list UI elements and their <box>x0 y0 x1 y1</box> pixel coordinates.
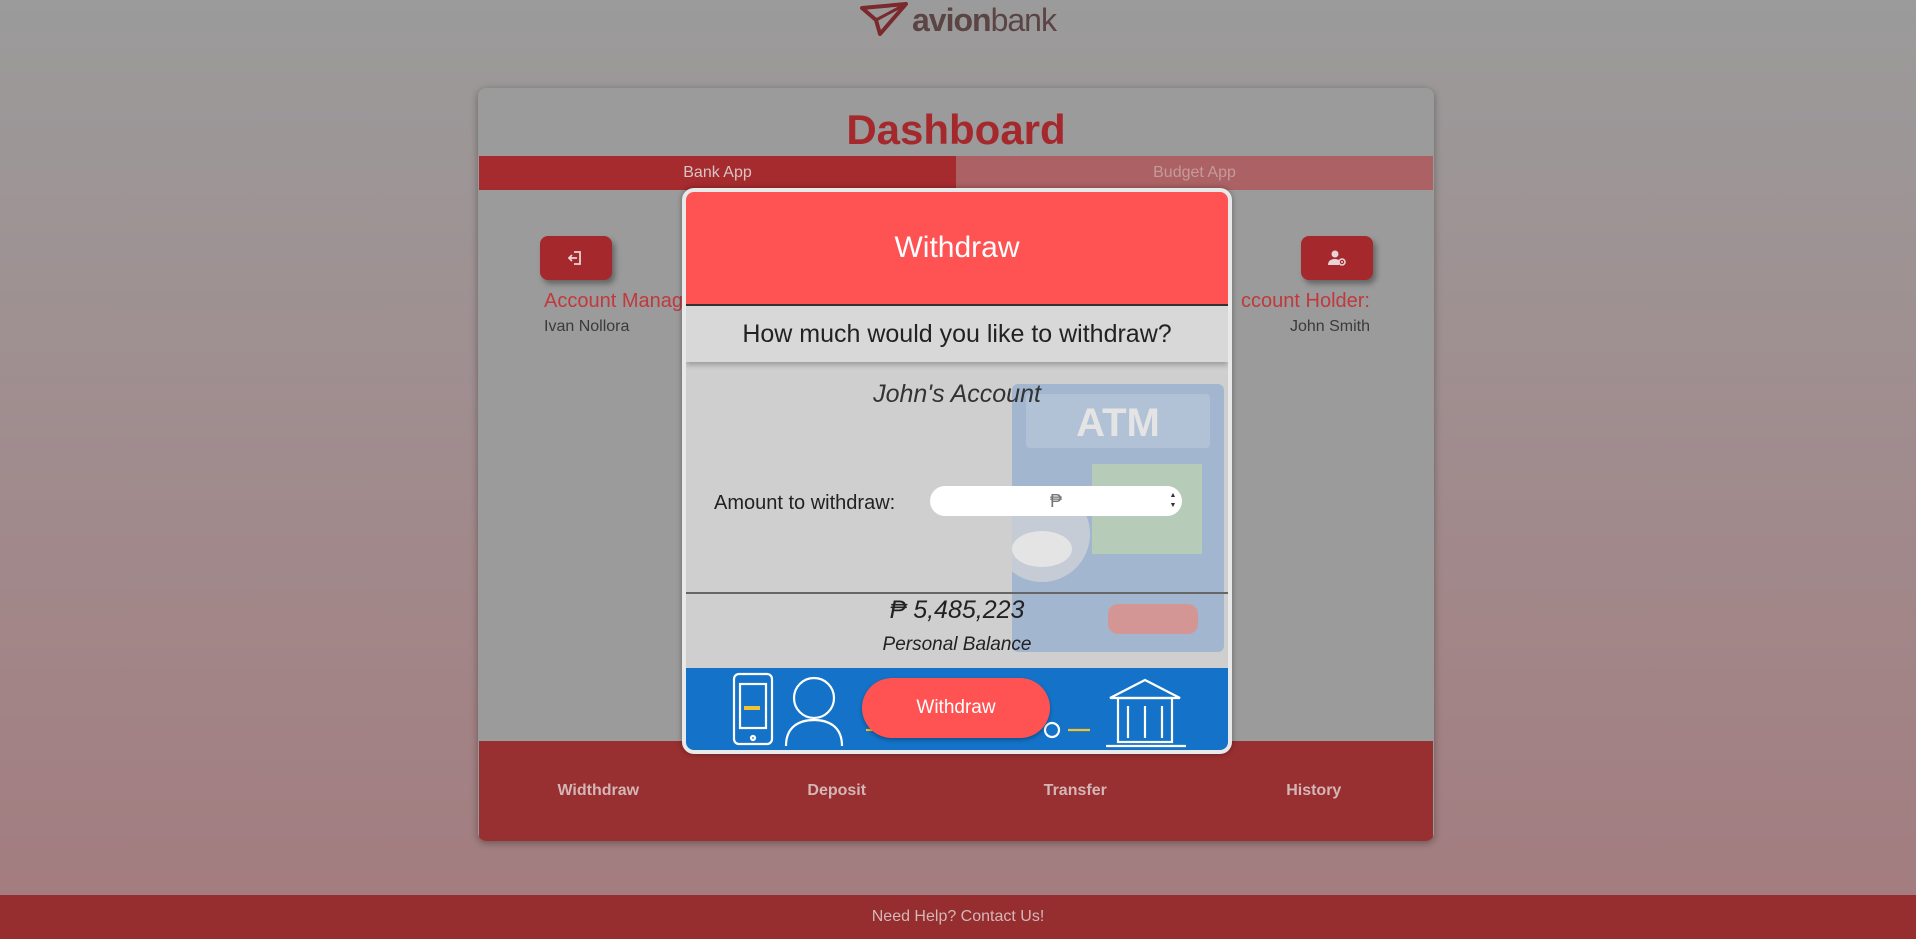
stepper-up-icon[interactable]: ▲ <box>1170 491 1177 501</box>
withdraw-submit-button[interactable]: Withdraw <box>862 678 1050 738</box>
tab-budget-app[interactable]: Budget App <box>956 156 1433 190</box>
nav-history[interactable]: History <box>1195 741 1434 841</box>
user-gear-icon <box>1328 250 1346 266</box>
tab-bank-app[interactable]: Bank App <box>479 156 956 190</box>
modal-title: Withdraw <box>894 231 1020 264</box>
brand-name: avionbank <box>912 1 1057 38</box>
withdraw-question: How much would you like to withdraw? <box>686 306 1228 362</box>
balance-label: Personal Balance <box>882 634 1032 655</box>
paper-plane-logo-icon <box>860 2 908 36</box>
footer: Need Help? Contact Us! <box>0 895 1916 939</box>
app-tabs: Bank App Budget App <box>479 156 1433 190</box>
nav-transfer[interactable]: Transfer <box>956 741 1195 841</box>
page-title: Dashboard <box>846 106 1066 153</box>
balance-amount: ₱ 5,485,223 <box>889 596 1025 624</box>
bottom-nav: Widthdraw Deposit Transfer History <box>479 741 1433 841</box>
stepper-down-icon[interactable]: ▼ <box>1170 501 1177 511</box>
logout-button[interactable] <box>540 236 612 280</box>
brand-logo[interactable]: avionbank <box>860 0 1057 40</box>
modal-header: Withdraw <box>686 192 1228 306</box>
modal-divider <box>686 592 1228 594</box>
nav-withdraw[interactable]: Widthdraw <box>479 741 718 841</box>
nav-deposit[interactable]: Deposit <box>718 741 957 841</box>
account-name: John's Account <box>873 380 1041 408</box>
amount-input[interactable] <box>930 486 1182 516</box>
help-link[interactable]: Need Help? Contact Us! <box>872 908 1045 925</box>
logout-icon <box>567 251 581 265</box>
account-holder-name: John Smith <box>1289 318 1370 335</box>
amount-label: Amount to withdraw: <box>714 492 896 514</box>
account-holder-label: ccount Holder: <box>1241 290 1370 312</box>
account-manager-label: Account Manag <box>544 290 683 312</box>
account-manager-name: Ivan Nollora <box>544 318 630 335</box>
amount-stepper[interactable]: ▲ ▼ <box>1166 486 1180 516</box>
user-settings-button[interactable] <box>1301 236 1373 280</box>
withdraw-modal: Withdraw How much would you like to with… <box>682 188 1232 754</box>
